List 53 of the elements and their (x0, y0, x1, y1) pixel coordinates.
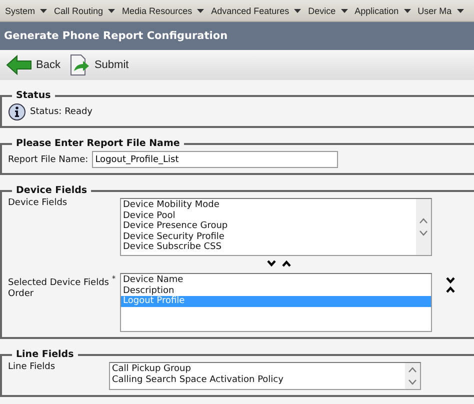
list-box[interactable]: Device Name Description Logout Profile (120, 273, 432, 332)
dropdown-caret-icon (404, 8, 411, 12)
menu-item[interactable]: User Ma (418, 6, 464, 16)
list-item[interactable]: Device Security Profile (121, 232, 416, 242)
field-label: Line Fields (8, 362, 56, 373)
menu-item[interactable]: Advanced Features (211, 6, 302, 16)
submit-button[interactable]: Submit (68, 54, 129, 76)
list-item[interactable]: Device Mobility Mode (121, 200, 416, 210)
menu-item[interactable]: Application (354, 6, 411, 16)
document-arrow-icon (68, 54, 90, 76)
menu-item[interactable]: Call Routing (54, 6, 116, 16)
list-item[interactable]: Calling Search Space Activation Policy (110, 374, 405, 385)
back-button[interactable]: Back (6, 55, 60, 75)
move-up-icon[interactable] (446, 286, 455, 293)
list-item[interactable]: Device Name (121, 275, 431, 286)
section-legend: Please Enter Report File Name (12, 138, 184, 149)
scroll-up-icon (408, 366, 417, 373)
list-box[interactable]: Call Pickup Group Calling Search Space Activation Policy (109, 362, 421, 390)
field-label: Selected Device Fields $^{*}$ (8, 273, 117, 289)
scroll-up-icon (419, 217, 428, 224)
scroll-down-icon (419, 230, 428, 237)
move-up-icon[interactable] (282, 260, 291, 267)
page-title: Generate Phone Report Configuration (0, 22, 474, 50)
field-label: Report File Name: (8, 154, 88, 164)
dropdown-caret-icon (294, 8, 302, 12)
move-down-icon[interactable] (446, 277, 455, 284)
dropdown-caret-icon (456, 8, 464, 12)
list-item[interactable]: Device Subscribe CSS (121, 242, 416, 252)
menu-item[interactable]: System (5, 6, 48, 16)
move-down-icon[interactable] (267, 260, 276, 267)
list-item[interactable]: Call Pickup Group (110, 364, 405, 374)
section-legend: Line Fields (12, 349, 78, 360)
dropdown-caret-icon (108, 8, 116, 12)
scroll-down-icon (408, 379, 417, 386)
field-label: Order (8, 289, 35, 300)
scrollbar[interactable] (405, 363, 420, 389)
scrollbar[interactable] (416, 199, 431, 255)
list-item[interactable]: Description (121, 286, 431, 296)
list-item[interactable]: Device Presence Group (121, 221, 416, 232)
section-legend: Device Fields (12, 185, 92, 196)
file-name-input[interactable]: Logout_Profile_List (92, 151, 338, 168)
menu-item[interactable]: Device (308, 6, 348, 16)
list-item[interactable]: Device Pool (121, 210, 416, 221)
info-icon (8, 103, 26, 121)
menu-item[interactable]: Media Resources (122, 6, 204, 16)
dropdown-caret-icon (340, 8, 348, 12)
status-text: Status: Ready (30, 107, 93, 117)
back-arrow-icon (6, 55, 32, 75)
list-box[interactable]: Device Mobility Mode Device Pool Device Presence Group Device Security Profile Device Subscribe CSS (120, 198, 432, 256)
section-legend: Status (12, 90, 55, 101)
dropdown-caret-icon (197, 8, 204, 12)
dropdown-caret-icon (40, 8, 48, 12)
field-label: Device Fields (8, 198, 68, 209)
